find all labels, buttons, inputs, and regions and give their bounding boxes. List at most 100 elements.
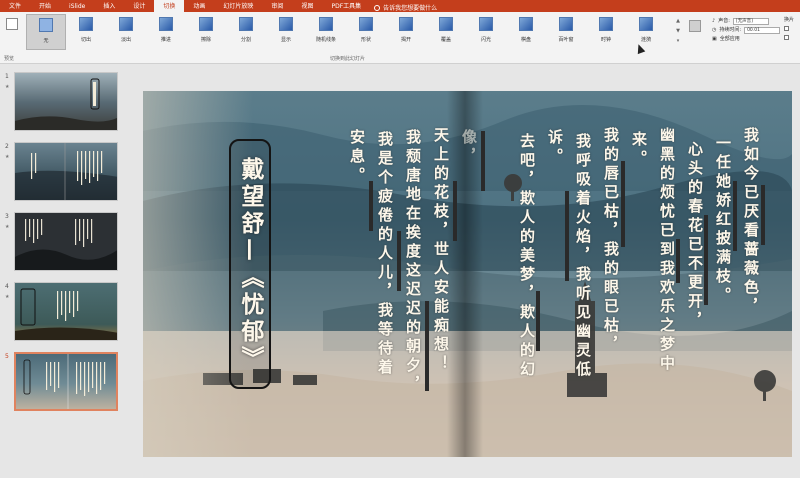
effect-options-button[interactable]: [686, 20, 704, 46]
column-bar: [733, 181, 737, 251]
slide-number: 4: [5, 283, 9, 290]
slide-thumbnail-1[interactable]: 1 ★: [0, 69, 124, 131]
chevron-down-icon[interactable]: ▼: [674, 26, 682, 36]
effect-icon: [159, 17, 173, 31]
slide-thumbnail-2[interactable]: 2 ★: [0, 139, 124, 201]
chevron-up-icon[interactable]: ▲: [674, 16, 682, 26]
slide-thumbnail-pane: 1 ★ 2 ★ 3 ★ 4 ★ 5: [0, 65, 124, 478]
column-bar: [397, 231, 401, 291]
effect-cover[interactable]: 覆盖: [426, 14, 466, 50]
column-bar: [676, 239, 680, 283]
poem-line: 我如今已厌看蔷薇色，: [742, 127, 760, 317]
transition-gallery: 无 切出 淡出 推进 擦除 分割 显示 随机线条 形状 揭开 覆盖 闪光 棋盘 …: [26, 14, 674, 52]
effect-icon: [119, 17, 133, 31]
effect-options-icon: [689, 20, 701, 32]
sound-row: ♪ 声音: [无声音]: [712, 17, 780, 26]
effect-icon: [79, 17, 93, 31]
tell-me-box[interactable]: 告诉我您想要做什么: [374, 3, 437, 12]
column-bar: [453, 181, 457, 241]
preview-button[interactable]: [3, 18, 21, 48]
column-bar: [425, 301, 429, 391]
effect-wipe[interactable]: 擦除: [186, 14, 226, 50]
effect-icon: [559, 17, 573, 31]
column-bar: [369, 181, 373, 231]
effect-checkerboard[interactable]: 棋盘: [506, 14, 546, 50]
effect-uncover[interactable]: 揭开: [386, 14, 426, 50]
poem-line: 诉。: [546, 129, 564, 167]
timing-group: ♪ 声音: [无声音] ◷ 持续时间: 00.01 ▣ 全部应用: [712, 17, 781, 44]
lightbulb-icon: [374, 5, 381, 11]
thumbnail-image: [14, 282, 118, 341]
thumbnail-image: [14, 212, 118, 271]
effect-reveal[interactable]: 显示: [266, 14, 306, 50]
slide-number: 1: [5, 73, 9, 80]
effect-icon: [359, 17, 373, 31]
column-bar: [481, 131, 485, 191]
effect-flash[interactable]: 闪光: [466, 14, 506, 50]
effect-shape[interactable]: 形状: [346, 14, 386, 50]
preview-group-label: 预览: [4, 56, 15, 62]
apply-all-row: ▣ 全部应用: [712, 35, 780, 44]
ribbon: 预览 无 切出 淡出 推进 擦除 分割 显示 随机线条 形状 揭开 覆盖 闪光 …: [0, 12, 800, 64]
effect-push[interactable]: 推进: [146, 14, 186, 50]
expand-gallery-icon[interactable]: ▾: [674, 36, 682, 46]
poem-line: 心头的春花已不更开，: [686, 141, 704, 331]
poem-line: 天上的花枝，世人安能痴想！: [432, 127, 450, 374]
effect-none[interactable]: 无: [26, 14, 66, 50]
advance-on-click-checkbox[interactable]: [784, 26, 789, 31]
poem-line: 一任她娇红披满枝。: [714, 135, 732, 306]
slide-thumbnail-4[interactable]: 4 ★: [0, 279, 124, 341]
effect-blinds[interactable]: 百叶窗: [546, 14, 586, 50]
effect-icon: [639, 17, 653, 31]
poem-title: 戴望舒—《忧郁》: [237, 157, 264, 373]
animation-star-icon: ★: [5, 154, 10, 160]
effect-icon: [599, 17, 613, 31]
slide-number: 3: [5, 213, 9, 220]
effect-clock[interactable]: 时钟: [586, 14, 626, 50]
duration-label: 持续时间:: [719, 27, 742, 33]
effect-icon: [439, 17, 453, 31]
poem-line: 幽黑的烦忧已到我欢乐之梦中: [658, 127, 676, 374]
poem-line: 我呼吸着火焰，我听见幽灵低: [574, 133, 592, 380]
column-bar: [536, 291, 540, 351]
thumbnail-image: [14, 142, 118, 201]
effect-random-bars[interactable]: 随机线条: [306, 14, 346, 50]
advance-group: 换片: [784, 16, 794, 43]
thumbnail-image: [14, 352, 118, 411]
transition-group-label: 切换到此幻灯片: [330, 56, 366, 62]
poem-line: 像，: [460, 129, 478, 167]
effect-split[interactable]: 分割: [226, 14, 266, 50]
effect-icon: [279, 17, 293, 31]
column-bar: [565, 191, 569, 281]
effect-cut[interactable]: 切出: [66, 14, 106, 50]
slide-number: 5: [5, 353, 9, 360]
effect-icon: [199, 17, 213, 31]
sound-label: 声音:: [718, 18, 730, 24]
poem-line: 我颓唐地在挨度这迟迟的朝夕，: [404, 129, 422, 395]
advance-label: 换片: [784, 17, 795, 23]
apply-all-button[interactable]: 全部应用: [720, 35, 740, 44]
poem-line: 去吧，欺人的美梦，欺人的幻: [518, 133, 536, 380]
poem-line: 安息。: [348, 129, 366, 186]
poem-line: 我是个疲倦的人儿，我等待着: [376, 131, 394, 378]
animation-star-icon: ★: [5, 224, 10, 230]
advance-after-checkbox[interactable]: [784, 35, 789, 40]
effect-icon: [39, 18, 53, 32]
column-bar: [704, 215, 708, 305]
duration-input[interactable]: 00.01: [744, 27, 781, 34]
clock-icon: ◷: [712, 27, 717, 33]
effect-ripple[interactable]: 涟漪: [626, 14, 666, 50]
effect-fade[interactable]: 淡出: [106, 14, 146, 50]
sound-icon: ♪: [712, 18, 716, 24]
slide-number: 2: [5, 143, 9, 150]
slide-thumbnail-3[interactable]: 3 ★: [0, 209, 124, 271]
thumbnail-image: [14, 72, 118, 131]
effect-icon: [519, 17, 533, 31]
effect-icon: [479, 17, 493, 31]
poem-line: 我的唇已枯，我的眼已枯，: [602, 127, 620, 355]
current-slide[interactable]: 戴望舒—《忧郁》 我如今已厌看蔷薇色， 一任她娇红披满枝。 心头的春花已不更开，…: [143, 91, 792, 457]
apply-all-icon: ▣: [712, 36, 717, 42]
sound-select[interactable]: [无声音]: [732, 18, 769, 25]
slide-thumbnail-5[interactable]: 5: [0, 349, 124, 411]
gallery-scroll[interactable]: ▲ ▼ ▾: [674, 16, 682, 46]
